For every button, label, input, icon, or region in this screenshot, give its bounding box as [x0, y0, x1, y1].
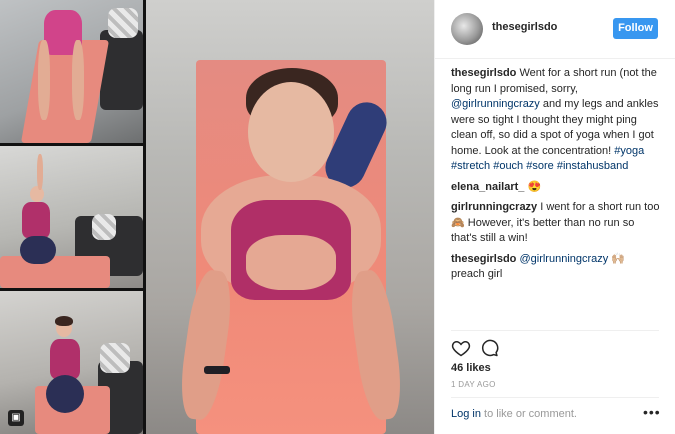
- caption-mention[interactable]: @girlrunningcrazy: [451, 98, 540, 110]
- post-media[interactable]: ▣: [0, 0, 434, 434]
- login-prompt: Log in to like or comment.: [451, 408, 577, 420]
- person-arm: [37, 154, 43, 190]
- caption: thesegirlsdo Went for a short run (not t…: [451, 66, 661, 175]
- hashtag-link[interactable]: #instahusband: [557, 160, 629, 172]
- hashtag-link[interactable]: #sore: [526, 160, 554, 172]
- person: [30, 186, 44, 202]
- hashtag-link[interactable]: #ouch: [493, 160, 523, 172]
- comment-mention[interactable]: @girlrunningcrazy: [519, 253, 608, 265]
- person-top: [22, 202, 50, 238]
- person-legs: [20, 236, 56, 264]
- follow-button[interactable]: Follow: [613, 18, 658, 39]
- login-prompt-text: to like or comment.: [484, 408, 577, 420]
- person-legs: [46, 375, 84, 413]
- heart-icon[interactable]: [451, 338, 471, 358]
- hashtag-link[interactable]: #yoga: [614, 145, 644, 157]
- person-arm: [72, 40, 84, 120]
- comment-username[interactable]: thesegirlsdo: [451, 253, 516, 265]
- comment: girlrunningcrazy I went for a short run …: [451, 200, 661, 247]
- divider: [451, 330, 659, 331]
- comment-icon[interactable]: [479, 338, 499, 358]
- yoga-mat: [0, 256, 110, 288]
- photo-main[interactable]: [146, 0, 434, 434]
- comments-list: thesegirlsdo Went for a short run (not t…: [451, 66, 661, 288]
- avatar[interactable]: [451, 13, 483, 45]
- hashtag-link[interactable]: #stretch: [451, 160, 490, 172]
- photo-thumbnail-3[interactable]: ▣: [0, 291, 143, 434]
- login-link[interactable]: Log in: [451, 408, 481, 420]
- multiple-photos-icon: ▣: [8, 410, 24, 426]
- person-hair: [55, 316, 73, 326]
- photo-thumbnail-2[interactable]: [0, 146, 143, 288]
- yoga-mat: [20, 40, 110, 143]
- pillow: [100, 343, 130, 373]
- wristband: [204, 366, 230, 374]
- photo-thumbnail-1[interactable]: [0, 0, 143, 143]
- username[interactable]: thesegirlsdo: [492, 21, 557, 33]
- person-face: [248, 82, 334, 182]
- post-sidebar: thesegirlsdo Follow thesegirlsdo Went fo…: [434, 0, 675, 434]
- comment-username[interactable]: elena_nailart_: [451, 181, 524, 193]
- post-header: thesegirlsdo Follow: [435, 0, 675, 59]
- person-top: [50, 339, 80, 379]
- more-options-icon[interactable]: •••: [643, 404, 661, 420]
- comment: thesegirlsdo @girlrunningcrazy 🙌🏼 preach…: [451, 252, 661, 283]
- comment-text: 😍: [527, 180, 542, 193]
- person-arm: [38, 40, 50, 120]
- caption-username[interactable]: thesegirlsdo: [451, 67, 516, 79]
- pillow: [108, 8, 138, 38]
- post-date[interactable]: 1 DAY AGO: [451, 380, 496, 389]
- person-chest: [246, 235, 336, 290]
- comment: elena_nailart_ 😍: [451, 180, 661, 196]
- like-count[interactable]: 46 likes: [451, 362, 491, 374]
- divider: [451, 397, 659, 398]
- pillow: [92, 214, 116, 240]
- comment-username[interactable]: girlrunningcrazy: [451, 201, 537, 213]
